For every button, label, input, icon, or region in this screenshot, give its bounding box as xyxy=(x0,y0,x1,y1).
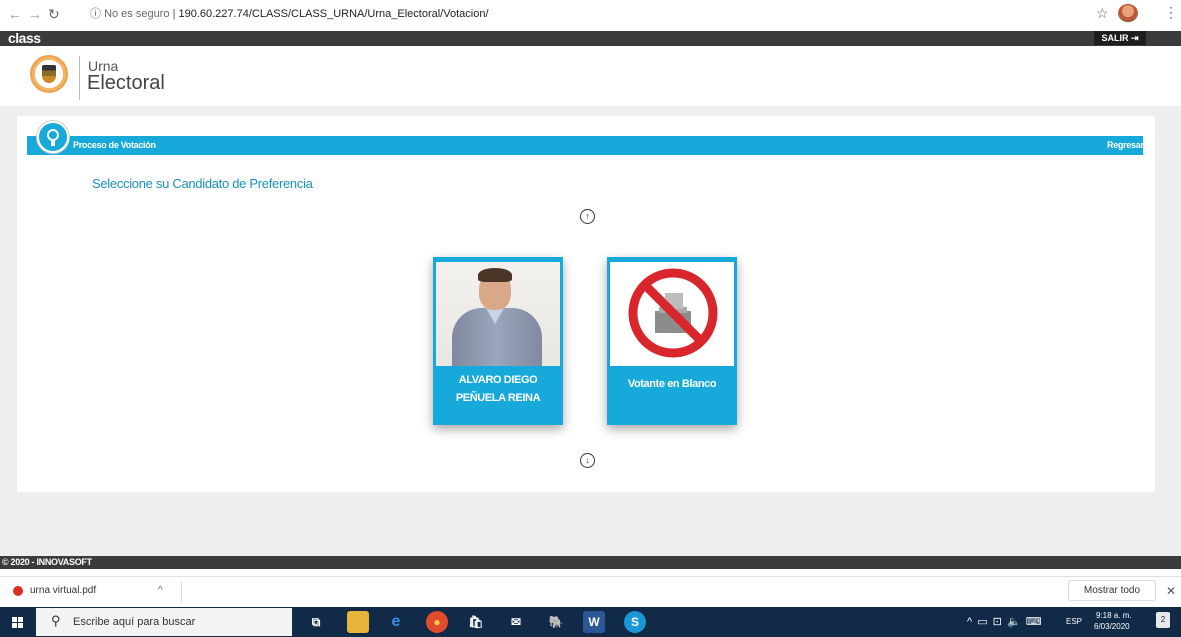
candidate-card[interactable]: ALVARO DIEGO PEÑUELA REINA xyxy=(433,257,563,425)
blank-vote-card[interactable]: Votante en Blanco xyxy=(607,257,737,425)
shelf-divider xyxy=(181,581,182,603)
blank-vote-label: Votante en Blanco xyxy=(627,378,717,390)
logout-label: SALIR xyxy=(1101,33,1129,43)
search-icon: ⚲ xyxy=(51,613,61,628)
no-vote-image xyxy=(610,262,734,366)
app-top-bar xyxy=(0,31,1181,46)
copyright-text: © 2020 - INNOVASOFT xyxy=(2,557,92,567)
logout-icon: ⇥ xyxy=(1130,33,1139,43)
scroll-down-arrow-icon[interactable]: ↓ xyxy=(580,453,595,468)
shield-icon xyxy=(42,65,56,83)
show-all-downloads-button[interactable]: Mostrar todo xyxy=(1068,580,1156,601)
address-bar[interactable]: ⓘ No es seguro | 190.60.227.74/CLASS/CLA… xyxy=(90,5,489,23)
profile-avatar[interactable] xyxy=(1118,4,1138,22)
section-title: Proceso de Votación xyxy=(73,140,156,150)
skype-icon[interactable]: S xyxy=(624,611,646,633)
notification-center-icon[interactable]: 2 xyxy=(1156,612,1170,628)
logout-button[interactable]: SALIR ⇥ xyxy=(1094,31,1146,45)
download-shelf xyxy=(0,576,1181,606)
back-arrow-icon[interactable]: ← xyxy=(8,5,22,23)
brand-logo-text: class xyxy=(8,30,41,46)
back-link[interactable]: Regresar xyxy=(1107,140,1144,151)
clock-time[interactable]: 9:18 a. m. xyxy=(1096,611,1132,621)
system-tray-icons[interactable]: ^ ▭ ⊡ 🔈 ⌨ xyxy=(967,615,1043,629)
prohibited-ballot-icon xyxy=(628,268,718,358)
menu-kebab-icon[interactable]: ⋮ xyxy=(1164,4,1178,21)
close-icon[interactable]: ✕ xyxy=(1166,584,1176,598)
candidate-photo xyxy=(436,262,560,366)
search-placeholder: Escribe aquí para buscar xyxy=(73,616,196,628)
url-text: 190.60.227.74/CLASS/CLASS_URNA/Urna_Elec… xyxy=(178,8,489,20)
edge-browser-icon[interactable]: e xyxy=(385,611,407,633)
app-footer xyxy=(0,556,1181,569)
windows-logo-icon xyxy=(12,617,23,628)
file-explorer-icon[interactable] xyxy=(347,611,369,633)
header-divider xyxy=(79,56,80,100)
info-icon: ⓘ xyxy=(90,8,101,20)
mail-icon[interactable]: ✉ xyxy=(505,611,527,633)
word-icon[interactable]: W xyxy=(583,611,605,633)
selection-prompt: Seleccione su Candidato de Preferencia xyxy=(92,176,313,191)
task-view-icon[interactable]: ⧉ xyxy=(305,611,327,633)
bookmark-star-icon[interactable]: ☆ xyxy=(1096,5,1109,22)
forward-arrow-icon[interactable]: → xyxy=(28,5,42,23)
clock-date[interactable]: 6/03/2020 xyxy=(1094,622,1130,632)
chevron-up-icon[interactable]: ^ xyxy=(158,585,163,597)
content-panel xyxy=(17,116,1155,492)
app-header xyxy=(0,46,1181,106)
institution-logo xyxy=(30,55,68,93)
pdf-file-icon xyxy=(13,586,23,596)
chrome-browser-icon[interactable]: ● xyxy=(426,611,448,633)
ballot-location-icon xyxy=(37,121,69,153)
section-header-bar xyxy=(27,136,1143,155)
language-indicator[interactable]: ESP xyxy=(1066,616,1082,628)
scroll-up-arrow-icon[interactable]: ↑ xyxy=(580,209,595,224)
reload-icon[interactable]: ↻ xyxy=(48,5,60,23)
app-name-line2: Electoral xyxy=(87,72,165,94)
download-file-name[interactable]: urna virtual.pdf xyxy=(30,585,96,597)
security-label: No es seguro xyxy=(104,8,170,20)
candidate-name: ALVARO DIEGO PEÑUELA REINA xyxy=(455,374,541,404)
database-app-icon[interactable]: 🐘 xyxy=(545,611,567,633)
store-icon[interactable]: 🛍 xyxy=(465,611,487,633)
start-button[interactable] xyxy=(0,607,35,637)
